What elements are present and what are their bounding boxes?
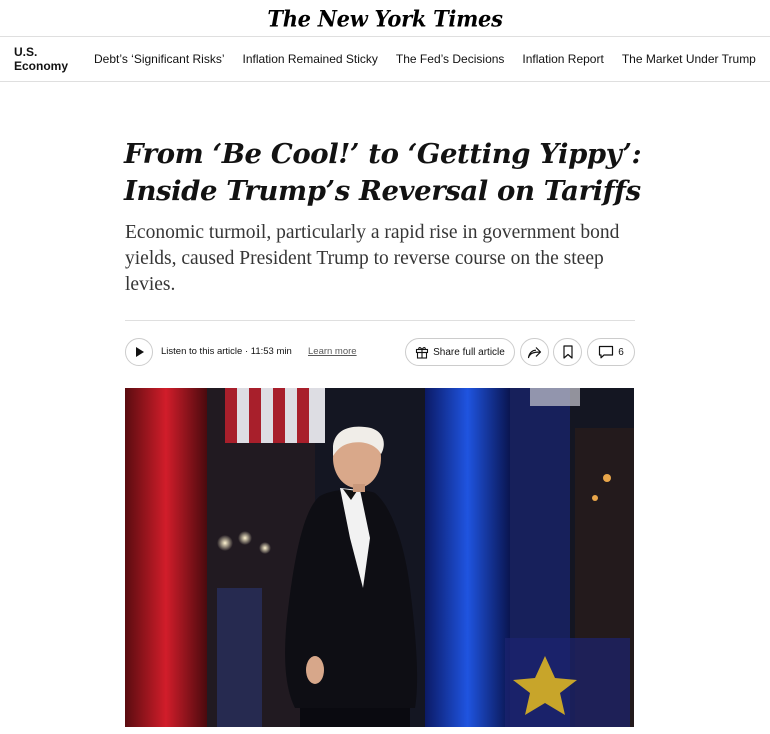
headline-line-1: From ‘Be Cool!’ to ‘Getting Yippy’: — [124, 138, 642, 170]
comments-button[interactable]: 6 — [587, 338, 635, 366]
article-headline: From ‘Be Cool!’ to ‘Getting Yippy’: Insi… — [124, 136, 644, 210]
listen-to-article-text: Listen to this article · 11:53 min — [161, 346, 292, 357]
comment-icon — [599, 345, 614, 359]
share-button[interactable] — [520, 338, 549, 366]
share-full-article-button[interactable]: Share full article — [405, 338, 515, 366]
article-toolbar: Listen to this article · 11:53 min Learn… — [125, 337, 635, 367]
headline-line-2: Inside Trump’s Reversal on Tariffs — [124, 175, 641, 207]
article-summary: Economic turmoil, particularly a rapid r… — [125, 222, 620, 295]
comment-count: 6 — [618, 346, 624, 358]
subnav-link-debt[interactable]: Debt’s ‘Significant Risks’ — [94, 52, 225, 66]
section-title-link[interactable]: U.S. Economy — [14, 45, 80, 73]
learn-more-link[interactable]: Learn more — [308, 346, 357, 357]
subnav-link-fed-decisions[interactable]: The Fed’s Decisions — [396, 52, 505, 66]
save-bookmark-button[interactable] — [553, 338, 582, 366]
section-subnav: U.S. Economy Debt’s ‘Significant Risks’ … — [0, 36, 770, 82]
nyt-logo[interactable]: The New York Times — [267, 5, 503, 31]
subnav-link-inflation-sticky[interactable]: Inflation Remained Sticky — [243, 52, 378, 66]
subnav-link-market-under-trump[interactable]: The Market Under Trump — [622, 52, 756, 66]
bookmark-icon — [562, 345, 573, 359]
masthead: The New York Times — [0, 0, 770, 36]
share-arrow-icon — [527, 346, 542, 358]
lead-photo-illustration — [125, 388, 634, 727]
play-audio-button[interactable] — [125, 338, 153, 366]
article-lead-photo[interactable] — [125, 388, 634, 727]
subnav-link-inflation-report[interactable]: Inflation Report — [522, 52, 603, 66]
play-icon — [136, 347, 144, 357]
toolbar-divider — [125, 320, 635, 321]
gift-icon — [416, 347, 429, 359]
share-full-article-label: Share full article — [433, 346, 505, 358]
